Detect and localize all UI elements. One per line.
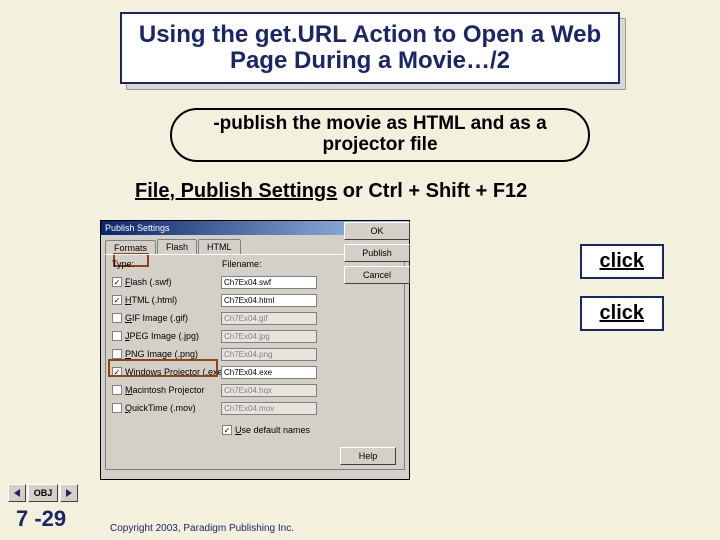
slide-title: Using the get.URL Action to Open a Web P… xyxy=(132,22,608,75)
default-names-label: Use default names xyxy=(235,425,310,435)
header-filename: Filename: xyxy=(222,259,262,269)
format-label: QuickTime (.mov) xyxy=(125,403,221,413)
default-names-row: ✓ Use default names xyxy=(222,421,398,439)
tab-html[interactable]: HTML xyxy=(198,239,241,254)
format-row: ✓Windows Projector (.exe)Ch7Ex04.exe xyxy=(112,363,398,381)
triangle-left-icon xyxy=(12,488,22,498)
subtitle-text: -publish the movie as HTML and as a proj… xyxy=(192,114,568,156)
callout-click-2: click xyxy=(580,296,664,331)
filename-field[interactable]: Ch7Ex04.exe xyxy=(221,366,317,379)
filename-field: Ch7Ex04.jpg xyxy=(221,330,317,343)
checkbox[interactable] xyxy=(112,313,122,323)
instruction-underline-main: ile, Publish Settings xyxy=(147,180,337,202)
checkbox[interactable]: ✓ xyxy=(112,367,122,377)
checkbox[interactable] xyxy=(112,385,122,395)
obj-button[interactable]: OBJ xyxy=(28,484,58,502)
format-row: QuickTime (.mov)Ch7Ex04.mov xyxy=(112,399,398,417)
checkbox[interactable]: ✓ xyxy=(112,295,122,305)
title-box: Using the get.URL Action to Open a Web P… xyxy=(120,12,620,84)
instruction-rest: or Ctrl + Shift + F12 xyxy=(337,180,527,202)
nav-controls: OBJ xyxy=(8,484,78,502)
checkbox[interactable] xyxy=(112,403,122,413)
checkbox[interactable] xyxy=(112,349,122,359)
format-row: GIF Image (.gif)Ch7Ex04.gif xyxy=(112,309,398,327)
format-row: JPEG Image (.jpg)Ch7Ex04.jpg xyxy=(112,327,398,345)
dialog-side-buttons: OK Publish Cancel xyxy=(344,222,410,284)
filename-field: Ch7Ex04.hqx xyxy=(221,384,317,397)
filename-field: Ch7Ex04.mov xyxy=(221,402,317,415)
format-row: ✓HTML (.html)Ch7Ex04.html xyxy=(112,291,398,309)
format-label: GIF Image (.gif) xyxy=(125,313,221,323)
format-label: Windows Projector (.exe) xyxy=(125,367,221,377)
triangle-right-icon xyxy=(64,488,74,498)
format-label: Flash (.swf) xyxy=(125,277,221,287)
dialog-panel: Type: Filename: ✓Flash (.swf)Ch7Ex04.swf… xyxy=(105,254,405,470)
filename-field: Ch7Ex04.png xyxy=(221,348,317,361)
format-label: JPEG Image (.jpg) xyxy=(125,331,221,341)
format-row: PNG Image (.png)Ch7Ex04.png xyxy=(112,345,398,363)
checkbox-default-names[interactable]: ✓ xyxy=(222,425,232,435)
dialog-title: Publish Settings xyxy=(105,223,170,233)
help-button[interactable]: Help xyxy=(340,447,396,465)
filename-field[interactable]: Ch7Ex04.html xyxy=(221,294,317,307)
format-label: Macintosh Projector xyxy=(125,385,221,395)
subtitle-box: -publish the movie as HTML and as a proj… xyxy=(170,108,590,162)
header-type: Type: xyxy=(112,259,222,269)
instruction-text: File, Publish Settings or Ctrl + Shift +… xyxy=(135,180,527,203)
ok-button[interactable]: OK xyxy=(344,222,410,240)
instruction-underline-f: F xyxy=(135,180,147,202)
format-label: PNG Image (.png) xyxy=(125,349,221,359)
tab-flash[interactable]: Flash xyxy=(157,239,197,254)
filename-field: Ch7Ex04.gif xyxy=(221,312,317,325)
checkbox[interactable]: ✓ xyxy=(112,277,122,287)
slide-title-container: Using the get.URL Action to Open a Web P… xyxy=(120,12,620,84)
callout-click-1: click xyxy=(580,244,664,279)
nav-next-button[interactable] xyxy=(60,484,78,502)
page-number: 7 -29 xyxy=(16,506,66,532)
filename-field[interactable]: Ch7Ex04.swf xyxy=(221,276,317,289)
format-row: Macintosh ProjectorCh7Ex04.hqx xyxy=(112,381,398,399)
publish-button[interactable]: Publish xyxy=(344,244,410,262)
format-label: HTML (.html) xyxy=(125,295,221,305)
checkbox[interactable] xyxy=(112,331,122,341)
nav-prev-button[interactable] xyxy=(8,484,26,502)
copyright-text: Copyright 2003, Paradigm Publishing Inc. xyxy=(110,523,294,534)
cancel-button[interactable]: Cancel xyxy=(344,266,410,284)
